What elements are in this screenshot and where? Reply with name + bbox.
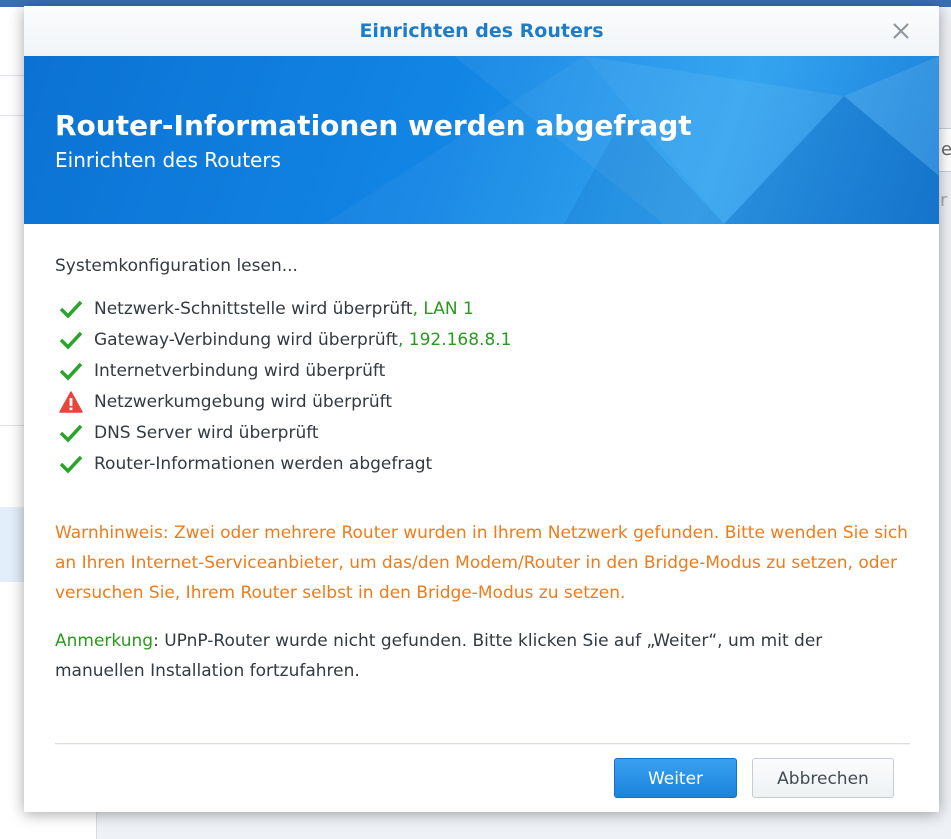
warning-message: Warnhinweis: Zwei oder mehrere Router wu…	[55, 523, 908, 603]
check-item-label: Netzwerkumgebung wird überprüft	[94, 392, 392, 412]
check-item-label: Router-Informationen werden abgefragt	[94, 454, 433, 474]
banner-title: Router-Informationen werden abgefragt	[55, 109, 692, 142]
warning-icon	[59, 391, 83, 413]
header-banner: Router-Informationen werden abgefragt Ei…	[24, 56, 939, 224]
router-setup-dialog: Einrichten des Routers Router-Informatio…	[24, 6, 939, 812]
checkmark-icon	[59, 298, 83, 320]
intro-text: Systemkonfiguration lesen...	[55, 256, 298, 276]
next-button[interactable]: Weiter	[614, 758, 737, 798]
banner-subtitle: Einrichten des Routers	[55, 148, 281, 172]
cancel-button[interactable]: Abbrechen	[752, 758, 894, 798]
note-text: : UPnP-Router wurde nicht gefunden. Bitt…	[55, 631, 823, 681]
close-icon[interactable]	[886, 16, 916, 46]
dialog-title: Einrichten des Routers	[359, 20, 604, 42]
checkmark-icon	[59, 329, 83, 351]
footer-divider	[55, 743, 910, 744]
check-item-label: DNS Server wird überprüft	[94, 423, 319, 443]
checkmark-icon	[59, 453, 83, 475]
background-text-field: r	[940, 190, 948, 211]
check-item-label: Netzwerk-Schnittstelle wird überprüft	[94, 299, 413, 319]
checkmark-icon	[59, 360, 83, 382]
checkmark-icon	[59, 422, 83, 444]
check-item-value: , 192.168.8.1	[397, 330, 512, 350]
note-label: Anmerkung	[55, 631, 154, 651]
background-text-field[interactable]: e	[938, 128, 951, 172]
check-item-value: , LAN 1	[412, 299, 474, 319]
check-item-label: Internetverbindung wird überprüft	[94, 361, 386, 381]
dialog-titlebar: Einrichten des Routers	[24, 6, 939, 57]
check-item-label: Gateway-Verbindung wird überprüft	[94, 330, 398, 350]
note-message: Anmerkung: UPnP-Router wurde nicht gefun…	[55, 626, 910, 686]
